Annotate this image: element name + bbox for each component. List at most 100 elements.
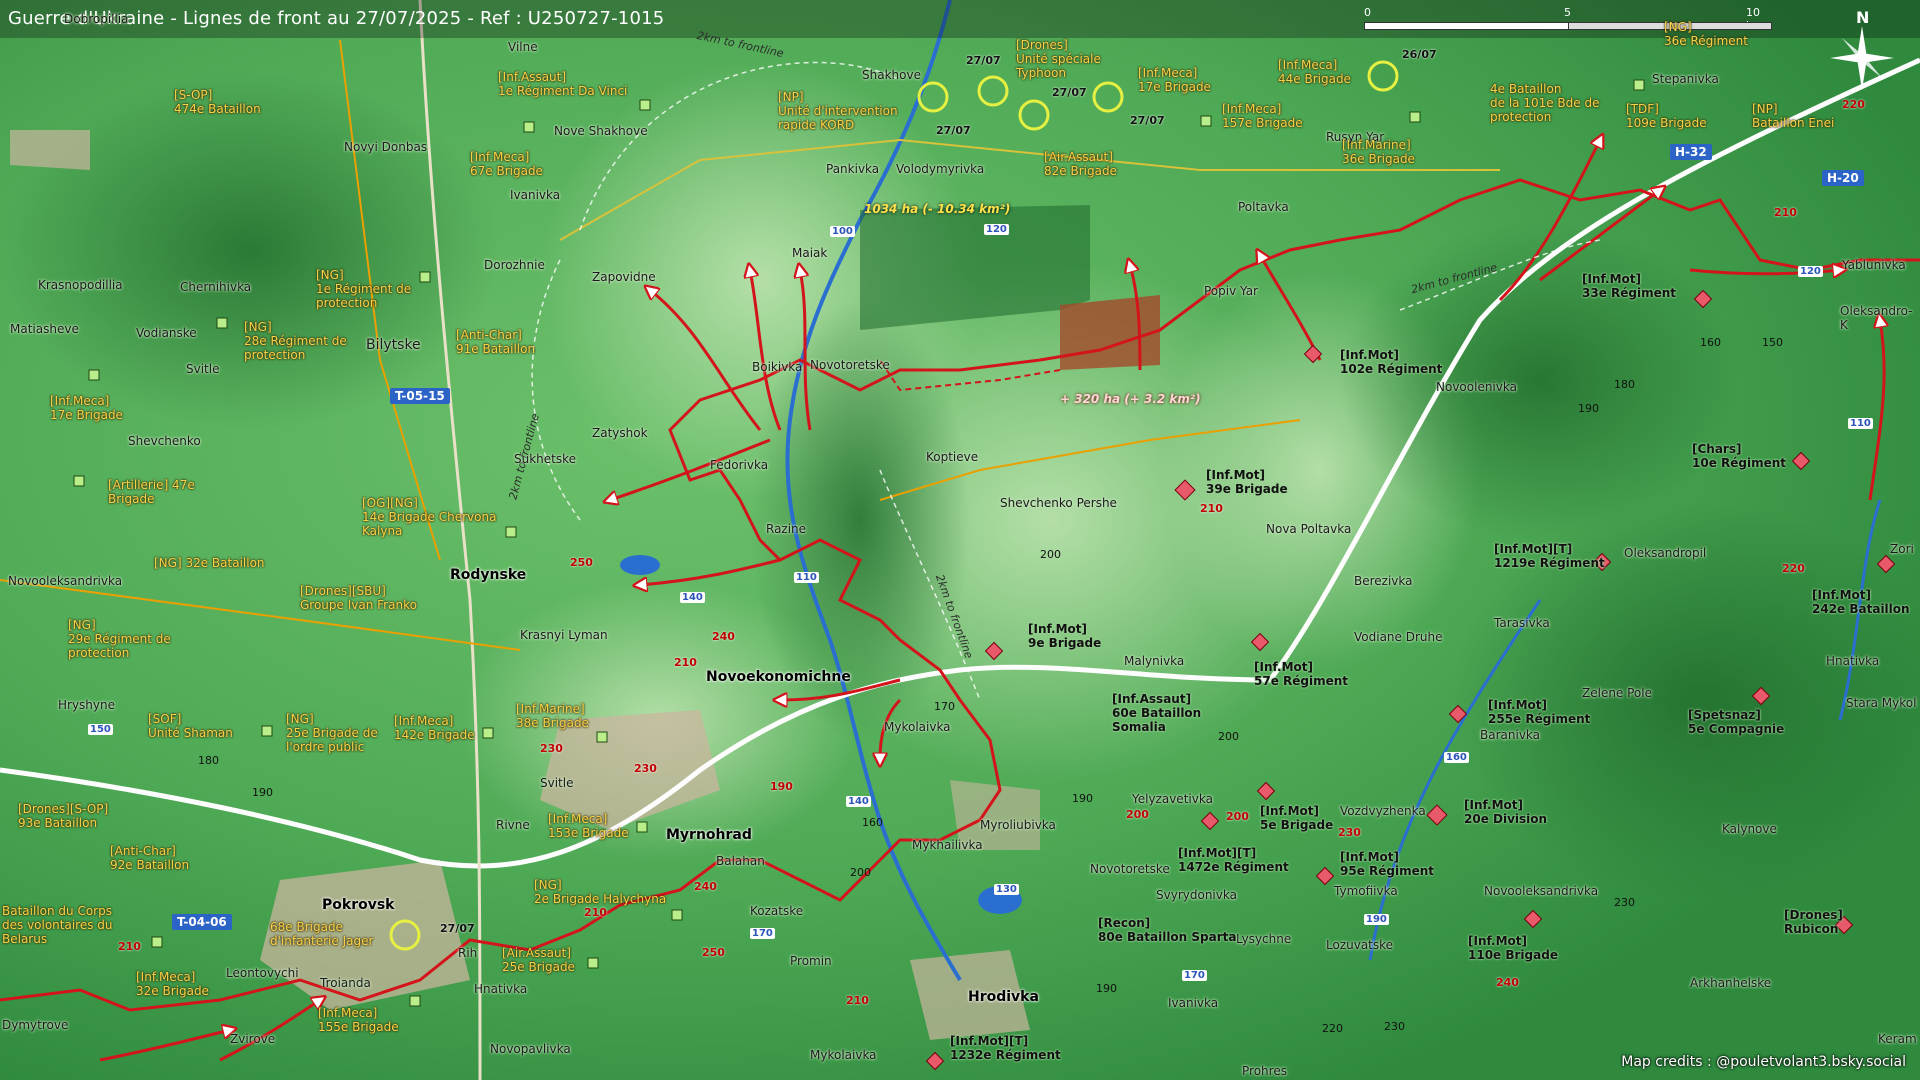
town-label: Baranivka	[1480, 728, 1541, 742]
town-label: Popiv Yar	[1204, 284, 1258, 298]
town-label: Bilytske	[366, 337, 421, 353]
ua-unit-label: 4e Bataillon de la 101e Bde de protectio…	[1490, 82, 1600, 124]
elevation-label: 190	[1578, 402, 1599, 415]
road-number: 120	[984, 224, 1009, 235]
town-label: Vodianske	[136, 326, 197, 340]
ua-unit-label: Bataillon du Corps des volontaires du Be…	[2, 904, 113, 946]
ua-unit-label: [Inf.Meca] 153e Brigade	[548, 812, 629, 840]
town-label: Novoolenivka	[1436, 380, 1517, 394]
town-label: Rih	[458, 946, 478, 960]
road-number: 100	[830, 226, 855, 237]
town-label: Novopavlivka	[490, 1042, 571, 1056]
town-label: Novotoretske	[1090, 862, 1170, 876]
town-label: Oleksandro-K	[1840, 304, 1913, 332]
ru-unit-label: [Chars] 10e Régiment	[1692, 442, 1787, 470]
elevation-label: 250	[570, 556, 593, 569]
town-label: Mykolaivka	[810, 1048, 877, 1062]
town-label: Lozuvatske	[1326, 938, 1394, 952]
town-label: Myroliubivka	[980, 818, 1056, 832]
town-label: Svyrydonivka	[1156, 888, 1237, 902]
road-number: 130	[994, 884, 1019, 895]
elevation-label: 220	[1782, 562, 1805, 575]
elevation-label: 230	[634, 762, 657, 775]
town-label: Novotoretske	[810, 358, 890, 372]
ru-unit-label: [Inf.Mot] 20e Division	[1464, 798, 1548, 826]
town-label: Tarasivka	[1494, 616, 1550, 630]
town-label: Malynivka	[1124, 654, 1185, 668]
elevation-label: 150	[1762, 336, 1783, 349]
city-label: Rodynske	[450, 567, 527, 583]
ua-unit-label: [Air.Assaut] 25e Brigade	[502, 946, 575, 974]
ua-unit-label: [Inf.Assaut] 1e Régiment Da Vinci	[498, 70, 628, 98]
ua-unit-label: 68e Brigade d'infanterie Jager	[270, 920, 374, 948]
ua-unit-label: [Air.Assaut] 82e Brigade	[1044, 150, 1117, 178]
town-label: Krasnyi Lyman	[520, 628, 608, 642]
ua-unit-label: [Inf.Meca] 17e Brigade	[1138, 66, 1211, 94]
town-label: Keram	[1878, 1032, 1917, 1046]
town-label: Vozdvyzhenka	[1340, 804, 1426, 818]
scale-zero: 0	[1364, 6, 1371, 19]
elevation-label: 180	[1614, 378, 1635, 391]
town-label: Hryshyne	[58, 698, 116, 712]
ua-unit-label: [NP] Unité d'intervention rapide KORD	[778, 90, 898, 132]
road-number: 160	[1444, 752, 1469, 763]
town-label: Berezivka	[1354, 574, 1413, 588]
ru-unit-label: [Inf.Mot] 242e Bataillon	[1812, 588, 1910, 616]
town-label: Zori	[1890, 542, 1914, 556]
road-label: T-04-06	[172, 914, 232, 930]
road-number: 170	[1182, 970, 1207, 981]
scale-mid: 5	[1564, 6, 1571, 19]
town-label: Prohres	[1242, 1064, 1287, 1078]
north-arrow-icon: N	[1812, 8, 1912, 108]
town-label: Rivne	[496, 818, 530, 832]
ru-unit-label: [Inf.Mot][T] 1219e Régiment	[1494, 542, 1605, 570]
town-label: Stara Mykol	[1846, 696, 1917, 710]
ua-unit-label: [NP] Bataillon Enei	[1752, 102, 1835, 130]
road-number: 170	[750, 928, 775, 939]
town-label: Shakhove	[862, 68, 921, 82]
ru-unit-label: [Inf.Mot] 95e Régiment	[1340, 850, 1435, 878]
town-label: Kozatske	[750, 904, 804, 918]
town-label: Krasnopodillia	[38, 278, 123, 292]
town-label: Shevchenko Pershe	[1000, 496, 1117, 510]
ru-unit-label: [Inf.Mot][T] 1472e Régiment	[1178, 846, 1289, 874]
ua-unit-label: [NG] 1e Régiment de protection	[316, 268, 412, 310]
ru-unit-label: [Inf.Mot] 9e Brigade	[1028, 622, 1102, 650]
town-label: Sukhetske	[514, 452, 577, 466]
elevation-label: 200	[1040, 548, 1061, 561]
ua-unit-label: [Artillerie] 47e Brigade	[108, 478, 195, 506]
date-label: 27/07	[1130, 114, 1165, 127]
town-label: Tymofiivka	[1334, 884, 1398, 898]
elevation-label: 200	[1226, 810, 1249, 823]
town-label: Novooleksandrivka	[8, 574, 123, 588]
road-number: 120	[1798, 266, 1823, 277]
ru-unit-label: [Inf.Assaut] 60e Bataillon Somalia	[1112, 692, 1202, 734]
town-label: Poltavka	[1238, 200, 1289, 214]
ru-unit-label: [Inf.Mot][T] 1232e Régiment	[950, 1034, 1061, 1062]
ua-unit-label: [Anti-Char] 92e Bataillon	[110, 844, 190, 872]
town-label: Shevchenko	[128, 434, 201, 448]
town-label: Koptieve	[926, 450, 979, 464]
road-number: 140	[846, 796, 871, 807]
elevation-label: 230	[1614, 896, 1635, 909]
town-label: Troianda	[320, 976, 371, 990]
town-label: Volodymyrivka	[896, 162, 985, 176]
town-label: Yelyzavetivka	[1132, 792, 1213, 806]
town-label: Zvirove	[230, 1032, 276, 1046]
elevation-label: 240	[712, 630, 735, 643]
ua-unit-label: [Anti-Char] 91e Bataillon	[456, 328, 536, 356]
ua-unit-label: [NG] 28e Régiment de protection	[244, 320, 347, 362]
ru-unit-label: [Inf.Mot] 102e Régiment	[1340, 348, 1443, 376]
road-label: H-20	[1822, 170, 1864, 186]
elevation-label: 170	[934, 700, 955, 713]
town-label: Ivanivka	[510, 188, 561, 202]
elevation-label: 250	[702, 946, 725, 959]
ua-unit-label: [Inf.Meca] 67e Brigade	[470, 150, 543, 178]
town-label: Nove Shakhove	[554, 124, 648, 138]
road-number: 110	[794, 572, 819, 583]
town-label: Vodiane Druhe	[1354, 630, 1443, 644]
ua-unit-label: [Inf.Marine] 38e Brigade	[516, 702, 589, 730]
town-label: Svitle	[540, 776, 574, 790]
ua-unit-label: [OG][NG] 14e Brigade Chervona Kalyna	[362, 496, 497, 538]
town-label: Dymytrove	[2, 1018, 69, 1032]
